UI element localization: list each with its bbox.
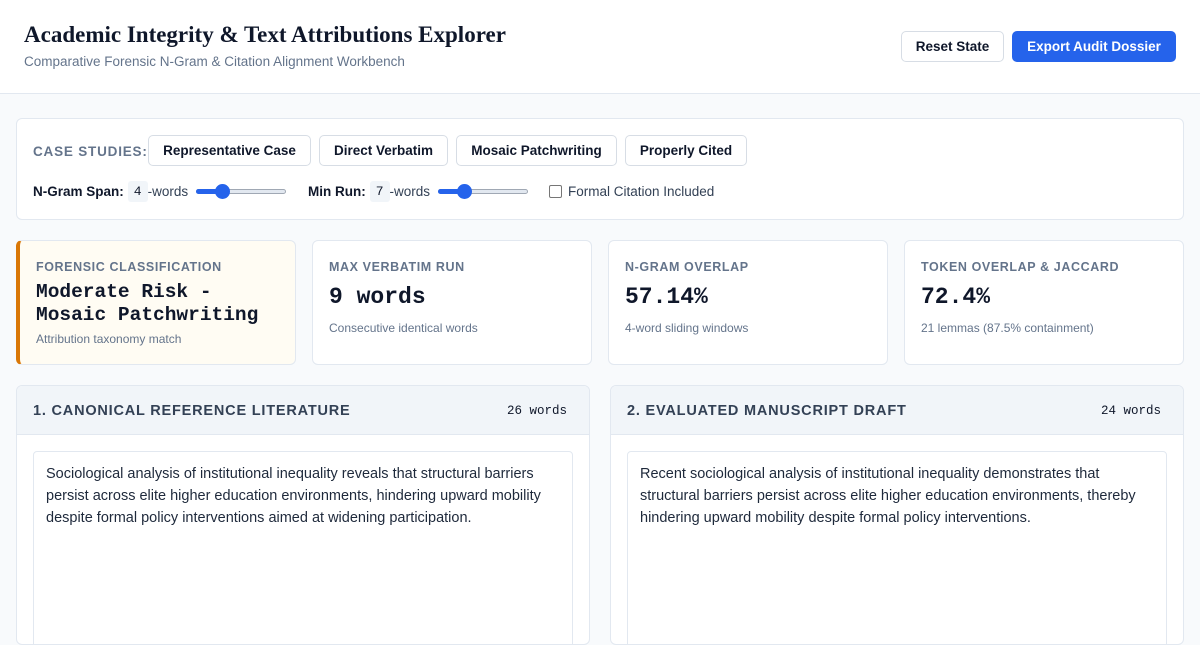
app-header: Academic Integrity & Text Attributions E… [0,0,1200,94]
metric-sub: 4-word sliding windows [625,321,749,335]
word-count: 26 words [506,404,567,418]
metric-card-ngram-overlap: N-GRAM OVERLAP 57.14% 4-word sliding win… [608,240,888,365]
panel-header: 2. EVALUATED MANUSCRIPT DRAFT 24 words [611,386,1183,435]
case-mosaic-patchwriting-button[interactable]: Mosaic Patchwriting [456,135,617,166]
metric-value: 57.14% [625,284,708,310]
min-run-label: Min Run: [308,183,366,199]
metric-label: TOKEN OVERLAP & JACCARD [921,260,1120,274]
panel-header: 1. CANONICAL REFERENCE LITERATURE 26 wor… [17,386,589,435]
metric-value: 9 words [329,284,426,310]
slider-thumb[interactable] [214,184,230,199]
word-count: 24 words [1100,404,1161,418]
case-direct-verbatim-button[interactable]: Direct Verbatim [319,135,448,166]
ngram-span-label: N-Gram Span: [33,183,124,199]
metric-card-classification: FORENSIC CLASSIFICATION Moderate Risk - … [16,240,296,365]
draft-panel: 2. EVALUATED MANUSCRIPT DRAFT 24 words R… [610,385,1184,645]
formal-citation-label: Formal Citation Included [568,183,715,199]
app-title: Academic Integrity & Text Attributions E… [24,22,506,47]
metric-card-token-overlap: TOKEN OVERLAP & JACCARD 72.4% 21 lemmas … [904,240,1184,365]
min-run-control: Min Run: 7 -words [308,180,529,202]
export-audit-dossier-button[interactable]: Export Audit Dossier [1012,31,1176,62]
metric-label: MAX VERBATIM RUN [329,260,465,274]
ngram-span-slider[interactable] [196,183,287,199]
metric-sub: 21 lemmas (87.5% containment) [921,321,1094,335]
reset-state-button[interactable]: Reset State [901,31,1004,62]
min-run-value: 7 [369,180,390,202]
metric-label: FORENSIC CLASSIFICATION [36,260,222,274]
formal-citation-control[interactable]: Formal Citation Included [549,180,714,202]
metric-sub: Attribution taxonomy match [36,332,182,346]
panel-title: 2. EVALUATED MANUSCRIPT DRAFT [627,403,907,419]
ngram-span-value: 4 [127,180,148,202]
metric-sub: Consecutive identical words [329,321,478,335]
metric-label: N-GRAM OVERLAP [625,260,749,274]
min-run-slider[interactable] [438,183,529,199]
metric-value: 72.4% [921,284,991,310]
metric-value: Moderate Risk - Mosaic Patchwriting [36,281,259,326]
case-properly-cited-button[interactable]: Properly Cited [625,135,747,166]
ngram-span-control: N-Gram Span: 4 -words [33,180,287,202]
formal-citation-checkbox[interactable] [549,184,562,198]
reference-panel: 1. CANONICAL REFERENCE LITERATURE 26 wor… [16,385,590,645]
reference-text[interactable]: Sociological analysis of institutional i… [33,451,573,644]
case-studies-label: CASE STUDIES: [33,144,148,159]
draft-text[interactable]: Recent sociological analysis of institut… [627,451,1167,644]
min-run-unit: -words [389,183,431,199]
ngram-span-unit: -words [147,183,189,199]
panel-title: 1. CANONICAL REFERENCE LITERATURE [33,403,351,419]
controls-panel: CASE STUDIES: Representative Case Direct… [16,118,1184,220]
metric-card-max-verbatim-run: MAX VERBATIM RUN 9 words Consecutive ide… [312,240,592,365]
app-subtitle: Comparative Forensic N-Gram & Citation A… [24,54,405,69]
slider-thumb[interactable] [456,184,472,199]
case-representative-button[interactable]: Representative Case [148,135,311,166]
